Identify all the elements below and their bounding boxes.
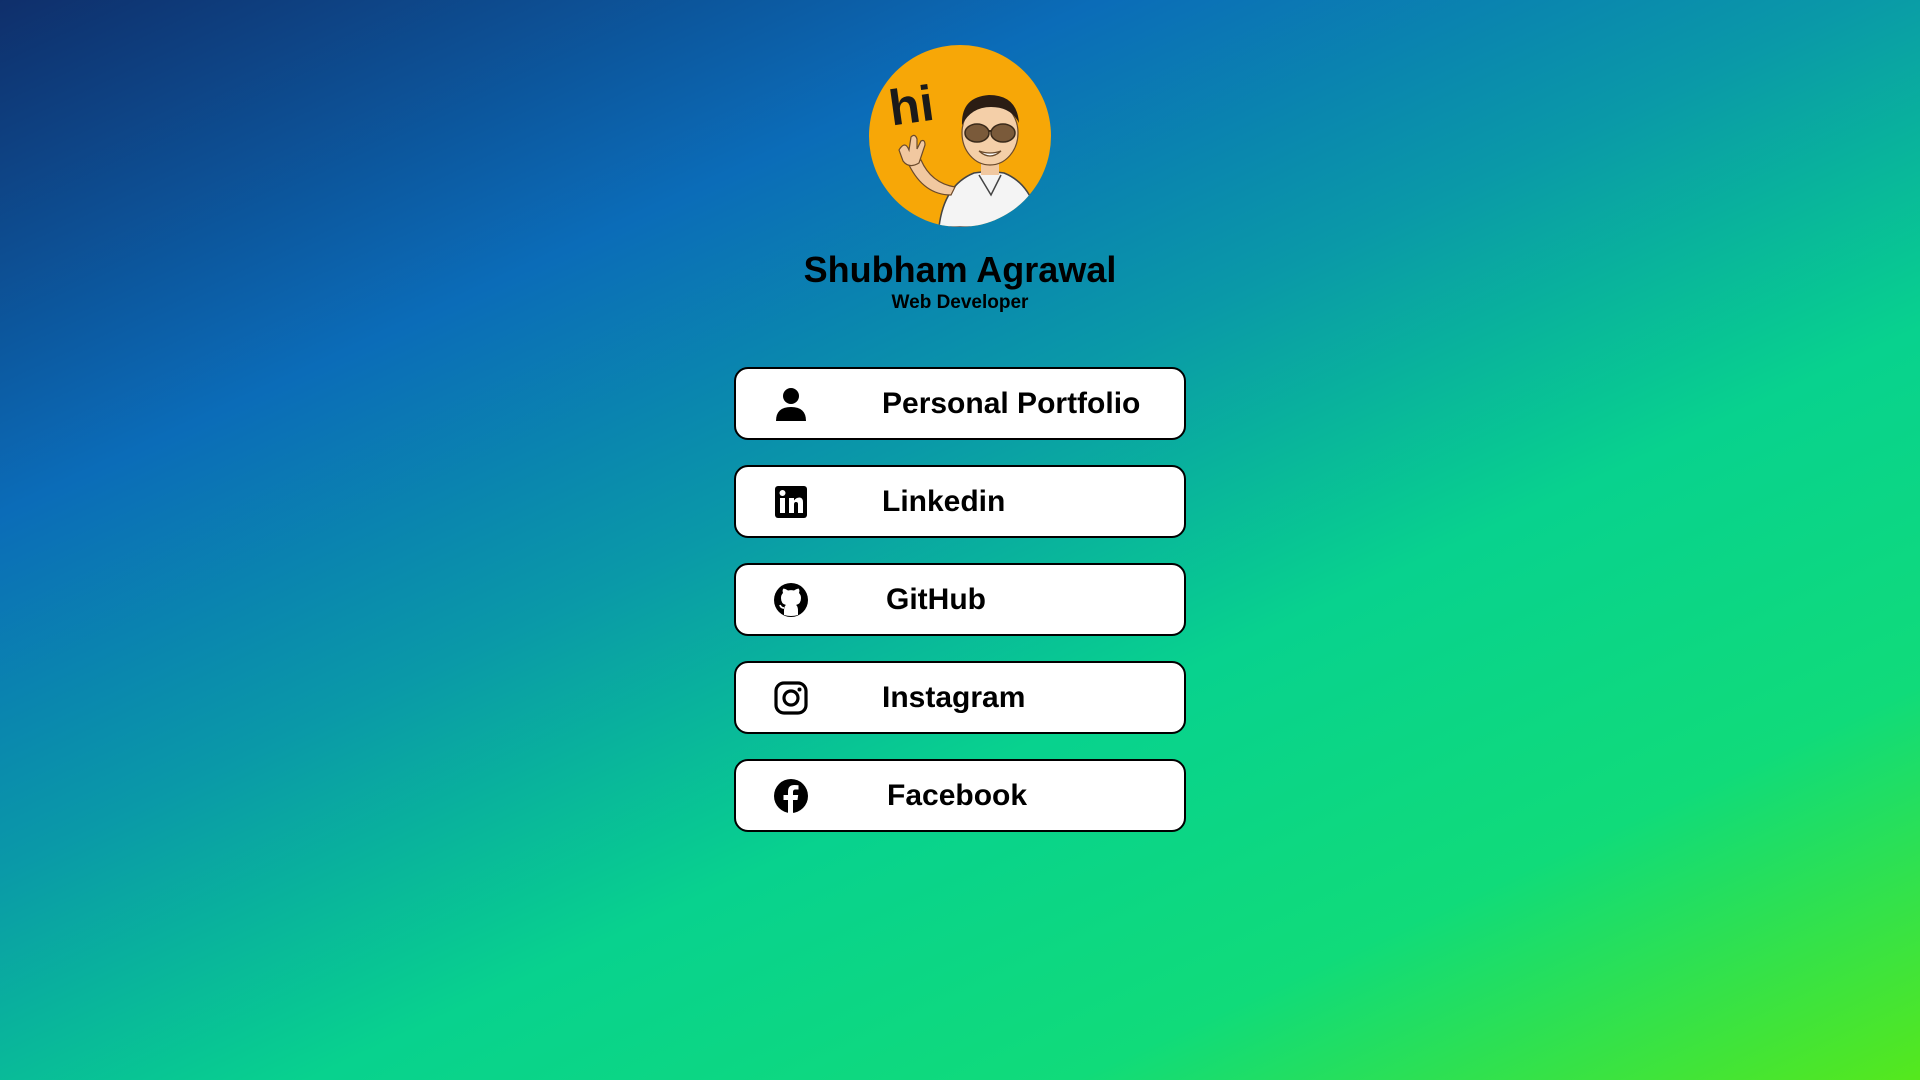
- linkedin-label: Linkedin: [882, 485, 1006, 518]
- personal-portfolio-label: Personal Portfolio: [882, 387, 1141, 420]
- facebook-icon: [772, 777, 810, 815]
- linkedin-icon: [772, 483, 810, 521]
- avatar: hi: [869, 45, 1051, 227]
- profile-role: Web Developer: [891, 292, 1029, 313]
- instagram-button[interactable]: Instagram: [734, 661, 1186, 734]
- linkedin-button[interactable]: Linkedin: [734, 465, 1186, 538]
- profile-name: Shubham Agrawal: [803, 249, 1117, 290]
- link-list: Personal Portfolio Linkedin GitHub Insta…: [734, 367, 1186, 857]
- github-icon: [772, 581, 810, 619]
- avatar-illustration: hi: [869, 45, 1051, 227]
- facebook-label: Facebook: [887, 779, 1028, 812]
- instagram-label: Instagram: [882, 681, 1026, 714]
- instagram-icon: [772, 679, 810, 717]
- facebook-button[interactable]: Facebook: [734, 759, 1186, 832]
- personal-portfolio-button[interactable]: Personal Portfolio: [734, 367, 1186, 440]
- person-icon: [772, 385, 810, 423]
- github-button[interactable]: GitHub: [734, 563, 1186, 636]
- github-label: GitHub: [886, 583, 986, 616]
- avatar-greeting: hi: [885, 75, 937, 137]
